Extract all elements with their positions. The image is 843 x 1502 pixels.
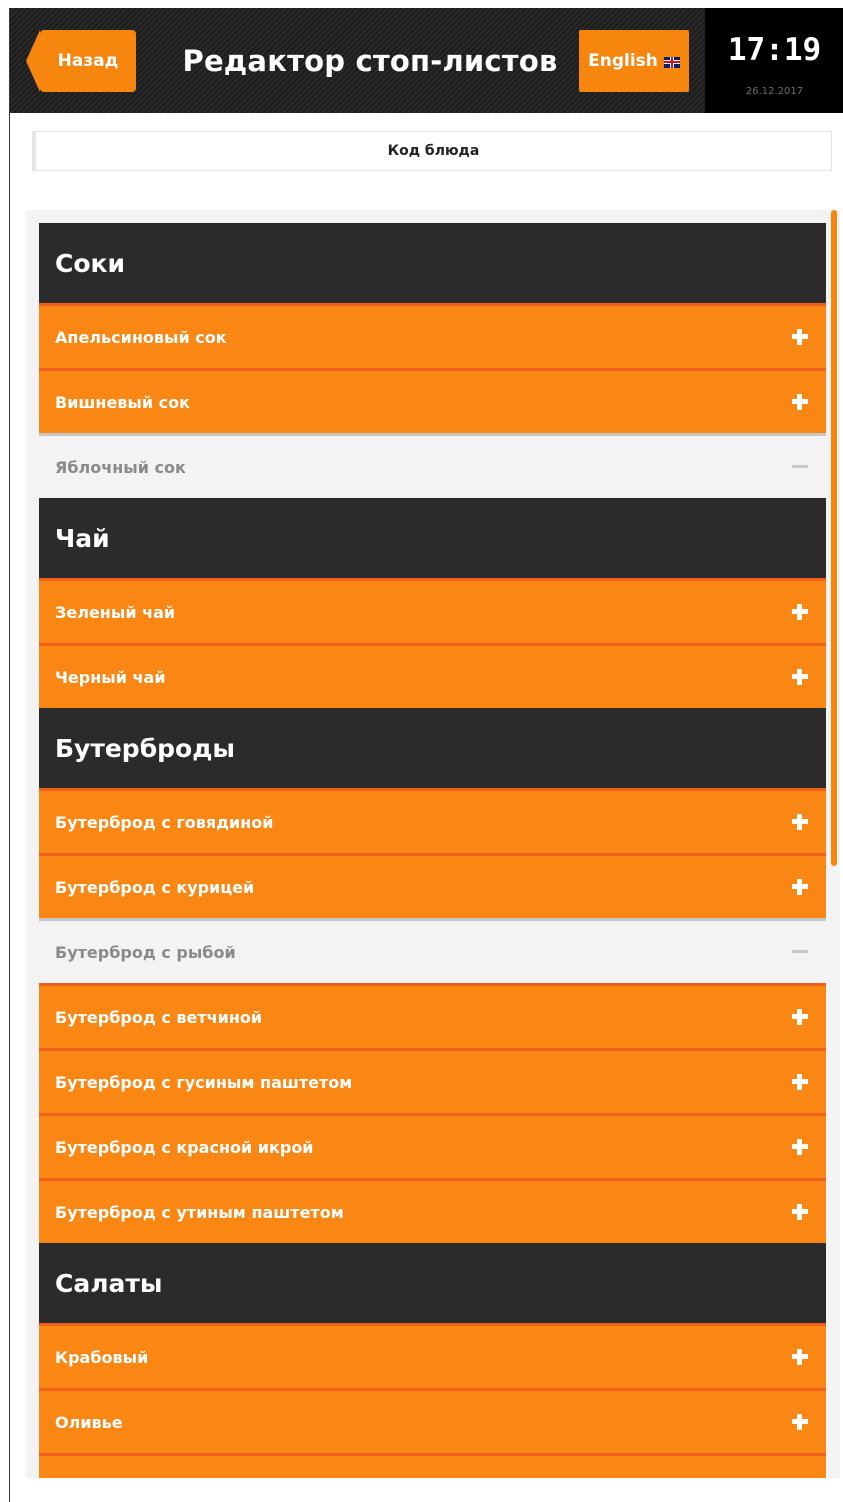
menu-item[interactable]: Вишневый сок — [39, 368, 826, 433]
dish-code-label: Код блюда — [387, 143, 480, 159]
menu-item[interactable]: Бутерброд с гусиным паштетом — [39, 1048, 826, 1113]
minus-icon[interactable] — [792, 459, 808, 475]
stopped-menu-item[interactable]: Бутерброд с рыбой — [39, 918, 826, 983]
menu-item-name: Вишневый сок — [55, 392, 191, 412]
menu-item-name: Бутерброд с курицей — [55, 877, 255, 897]
plus-icon[interactable] — [792, 1204, 808, 1220]
plus-icon[interactable] — [792, 1009, 808, 1025]
uk-flag-icon — [663, 56, 680, 68]
menu-item[interactable]: Бутерброд с ветчиной — [39, 983, 826, 1048]
language-button[interactable]: English — [579, 30, 689, 92]
minus-icon[interactable] — [792, 944, 808, 960]
menu-item[interactable]: Бутерброд с утиным паштетом — [39, 1178, 826, 1243]
back-button[interactable]: Назад — [26, 30, 136, 92]
top-bar: Назад Редактор стоп-листов English 17:19… — [10, 8, 843, 113]
menu-item[interactable]: Бутерброд с красной икрой — [39, 1113, 826, 1178]
menu-item-name: Бутерброд с гусиным паштетом — [55, 1072, 353, 1092]
stopped-menu-item[interactable]: Яблочный сок — [39, 433, 826, 498]
category-header: Бутерброды — [39, 708, 826, 788]
menu-item-name: Бутерброд с говядиной — [55, 812, 274, 832]
menu-item[interactable]: Крабовый — [39, 1323, 826, 1388]
category-header: Соки — [39, 223, 826, 303]
plus-icon[interactable] — [792, 1139, 808, 1155]
plus-icon[interactable] — [792, 879, 808, 895]
menu-item-name: Апельсиновый сок — [55, 327, 227, 347]
menu-item-name: Черный чай — [55, 667, 166, 687]
stop-list-panel: Соки Апельсиновый сок Вишневый сок Яблочный… — [26, 210, 840, 1478]
page-title: Редактор стоп-листов — [182, 44, 558, 78]
app-frame: Назад Редактор стоп-листов English 17:19… — [9, 8, 843, 1502]
category-header: Салаты — [39, 1243, 826, 1323]
menu-item[interactable]: Оливье — [39, 1388, 826, 1453]
dish-code-input[interactable]: Код блюда — [32, 131, 832, 171]
menu-item[interactable] — [39, 1453, 826, 1478]
plus-icon[interactable] — [792, 394, 808, 410]
menu-item-name: Оливье — [55, 1412, 123, 1432]
menu-item-name: Крабовый — [55, 1347, 149, 1367]
back-button-label: Назад — [57, 51, 119, 71]
menu-item[interactable]: Зеленый чай — [39, 578, 826, 643]
plus-icon[interactable] — [792, 814, 808, 830]
menu-item-name: Бутерброд с ветчиной — [55, 1007, 263, 1027]
menu-item-name: Бутерброд с красной икрой — [55, 1137, 314, 1157]
clock: 17:19 26.12.2017 — [705, 8, 843, 113]
menu-item-name: Зеленый чай — [55, 602, 176, 622]
menu-item[interactable]: Апельсиновый сок — [39, 303, 826, 368]
plus-icon[interactable] — [792, 1414, 808, 1430]
plus-icon[interactable] — [792, 1074, 808, 1090]
plus-icon[interactable] — [792, 669, 808, 685]
menu-list: Соки Апельсиновый сок Вишневый сок Яблочный… — [39, 223, 826, 1478]
plus-icon[interactable] — [792, 329, 808, 345]
scrollbar[interactable] — [831, 210, 837, 866]
plus-icon[interactable] — [792, 604, 808, 620]
category-header: Чай — [39, 498, 826, 578]
plus-icon[interactable] — [792, 1349, 808, 1365]
clock-date: 26.12.2017 — [745, 86, 804, 97]
clock-time: 17:19 — [727, 32, 822, 68]
menu-item[interactable]: Бутерброд с курицей — [39, 853, 826, 918]
menu-item-name: Яблочный сок — [55, 457, 186, 477]
menu-item[interactable]: Черный чай — [39, 643, 826, 708]
menu-item-name: Бутерброд с утиным паштетом — [55, 1202, 344, 1222]
menu-item[interactable]: Бутерброд с говядиной — [39, 788, 826, 853]
language-label: English — [588, 51, 658, 71]
menu-item-name: Бутерброд с рыбой — [55, 942, 236, 962]
